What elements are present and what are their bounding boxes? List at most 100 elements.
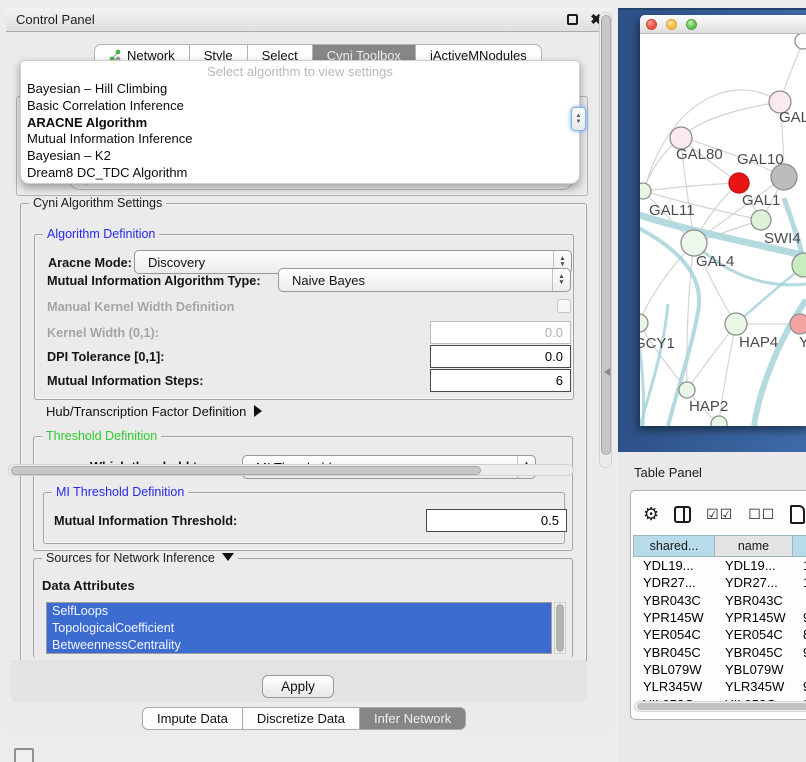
node-label: GAL11 [649, 202, 695, 219]
table-row[interactable]: YBR043CYBR043C [633, 592, 806, 609]
new-table-icon[interactable] [790, 505, 805, 524]
manual-kernel-label: Manual Kernel Width Definition [47, 300, 234, 314]
mi-threshold-field[interactable]: 0.5 [426, 509, 567, 532]
table-scroll-thumb[interactable] [637, 703, 806, 710]
network-node[interactable] [725, 313, 747, 335]
algorithm-option[interactable]: Dream8 DC_TDC Algorithm [21, 165, 579, 182]
manual-kernel-checkbox[interactable] [557, 299, 571, 313]
settings-vertical-scrollbar[interactable] [599, 12, 612, 468]
algorithm-option[interactable]: Mutual Information Inference [21, 131, 579, 148]
network-node[interactable] [711, 416, 727, 426]
sources-title-text: Sources for Network Inference [46, 551, 215, 565]
table-cell: 9. [793, 678, 806, 695]
data-attributes-label: Data Attributes [42, 578, 135, 593]
tab-infer-network[interactable]: Infer Network [360, 707, 466, 730]
network-node[interactable] [790, 314, 806, 334]
network-node[interactable] [679, 382, 695, 398]
float-panel-icon[interactable] [567, 14, 578, 25]
table-row[interactable]: YDR27...YDR27...12 [633, 574, 806, 591]
table-row[interactable]: YLR345WYLR345W9. [633, 678, 806, 695]
expand-right-icon [254, 405, 262, 417]
table-row[interactable]: YDL19...YDL19...13 [633, 557, 806, 574]
network-window-titlebar[interactable] [640, 15, 806, 34]
network-desktop: GALGAL80GAL10GAL11GAL1SWI4GAL4GCY1HAP4YH… [618, 8, 806, 452]
select-all-checks-icon[interactable]: ☑☑ [706, 506, 733, 523]
control-panel-title: Control Panel [16, 12, 95, 27]
attribute-item[interactable]: TopologicalCoefficient [47, 620, 551, 637]
algorithm-option[interactable]: Basic Correlation Inference [21, 98, 579, 115]
table-cell: YBR045C [715, 643, 793, 660]
algorithm-option[interactable]: Bayesian – Hill Climbing [21, 81, 579, 98]
network-node[interactable] [640, 183, 651, 199]
algorithm-dropdown-popup: Select algorithm to view settings Bayesi… [20, 60, 580, 184]
attribute-item[interactable]: SelfLoops [47, 603, 551, 620]
node-label: GAL80 [676, 146, 723, 163]
attribute-item[interactable]: gal4RGexp [47, 653, 551, 654]
cyni-bottom-tab-bar: Impute DataDiscretize DataInfer Network [142, 707, 466, 730]
algorithm-option[interactable]: ARACNE Algorithm [21, 115, 579, 132]
aracne-mode-label: Aracne Mode: [48, 256, 132, 270]
splitter-collapse-icon[interactable] [604, 368, 610, 376]
table-horizontal-scrollbar[interactable] [634, 701, 806, 712]
table-cell: YDR27... [715, 574, 793, 591]
tab-impute-data[interactable]: Impute Data [142, 707, 243, 730]
table-row[interactable]: YER054CYER054C8. [633, 626, 806, 643]
network-node[interactable] [795, 34, 806, 49]
close-traffic-icon[interactable] [646, 19, 657, 30]
mi-type-value: Naive Bayes [292, 273, 365, 288]
algorithm-combo-stepper[interactable]: ▲▼ [571, 107, 586, 131]
hub-definition-toggle[interactable]: Hub/Transcription Factor Definition [46, 404, 262, 419]
data-attributes-list[interactable]: SelfLoopsTopologicalCoefficientBetweenne… [46, 602, 552, 654]
split-columns-icon[interactable] [674, 506, 691, 523]
gear-icon[interactable]: ⚙ [643, 505, 659, 523]
settings-horizontal-scrollbar[interactable] [8, 464, 574, 476]
apply-button[interactable]: Apply [262, 675, 334, 698]
table-row[interactable]: YBL079WYBL079W [633, 661, 806, 678]
column-header-A[interactable]: A [793, 535, 806, 557]
deselect-all-icon[interactable]: ☐☐ [748, 506, 775, 523]
mi-type-combo[interactable]: Naive Bayes ▲▼ [278, 268, 571, 292]
cyni-settings-group-title: Cyni Algorithm Settings [29, 196, 166, 210]
combo-stepper-icon: ▲▼ [552, 269, 570, 291]
node-label: SWI4 [764, 230, 801, 247]
table-row[interactable]: YPR145WYPR145W9. [633, 609, 806, 626]
aracne-mode-value: Discovery [148, 255, 205, 270]
table-cell: YBL079W [633, 661, 715, 678]
zoom-traffic-icon[interactable] [686, 19, 697, 30]
settings-horizontal-scroll-thumb[interactable] [11, 466, 481, 475]
node-label: HAP2 [689, 398, 728, 415]
algorithm-option[interactable]: Bayesian – K2 [21, 148, 579, 165]
network-node[interactable] [751, 210, 771, 230]
attribute-list-scroll-thumb[interactable] [556, 604, 564, 652]
table-toolbar: ⚙ ☑☑ ☐☐ [631, 499, 806, 529]
table-panel-title: Table Panel [634, 465, 702, 480]
attribute-item[interactable]: BetweennessCentrality [47, 637, 551, 654]
settings-vertical-scroll-thumb[interactable] [601, 15, 611, 455]
cyni-settings-scrollpane: Cyni Algorithm Settings Algorithm Defini… [20, 198, 606, 668]
network-canvas[interactable]: GALGAL80GAL10GAL11GAL1SWI4GAL4GCY1HAP4YH… [640, 34, 806, 426]
table-panel: Table Panel ⚙ ☑☑ ☐☐ shared...nameA YDL19… [618, 452, 806, 762]
table-cell: YDL19... [715, 557, 793, 574]
network-edge[interactable] [643, 183, 739, 191]
column-header-shared[interactable]: shared... [633, 535, 715, 557]
network-edge[interactable] [681, 102, 780, 138]
tab-discretize-data[interactable]: Discretize Data [243, 707, 360, 730]
minimize-traffic-icon[interactable] [666, 19, 677, 30]
node-label: GAL10 [737, 151, 784, 168]
node-table-card: ⚙ ☑☑ ☐☐ shared...nameA YDL19...YDL19...1… [630, 490, 806, 720]
table-row[interactable]: YBR045CYBR045C9. [633, 643, 806, 660]
kernel-width-field[interactable]: 0.0 [430, 321, 571, 344]
network-node[interactable] [640, 314, 648, 332]
algorithm-dropdown-hint: Select algorithm to view settings [21, 64, 579, 81]
mi-steps-field[interactable]: 6 [430, 369, 571, 392]
network-view-window[interactable]: GALGAL80GAL10GAL11GAL1SWI4GAL4GCY1HAP4YH… [640, 15, 806, 426]
mi-steps-label: Mutual Information Steps: [47, 374, 203, 388]
network-edge[interactable] [646, 90, 780, 184]
attribute-list-scrollbar[interactable] [554, 602, 566, 654]
dpi-tolerance-field[interactable]: 0.0 [430, 345, 571, 368]
node-label: HAP4 [739, 334, 778, 351]
sources-group-title[interactable]: Sources for Network Inference [42, 551, 238, 565]
column-header-name[interactable]: name [715, 535, 793, 557]
collapsed-panel-icon[interactable] [14, 748, 34, 762]
network-node[interactable] [729, 173, 749, 193]
